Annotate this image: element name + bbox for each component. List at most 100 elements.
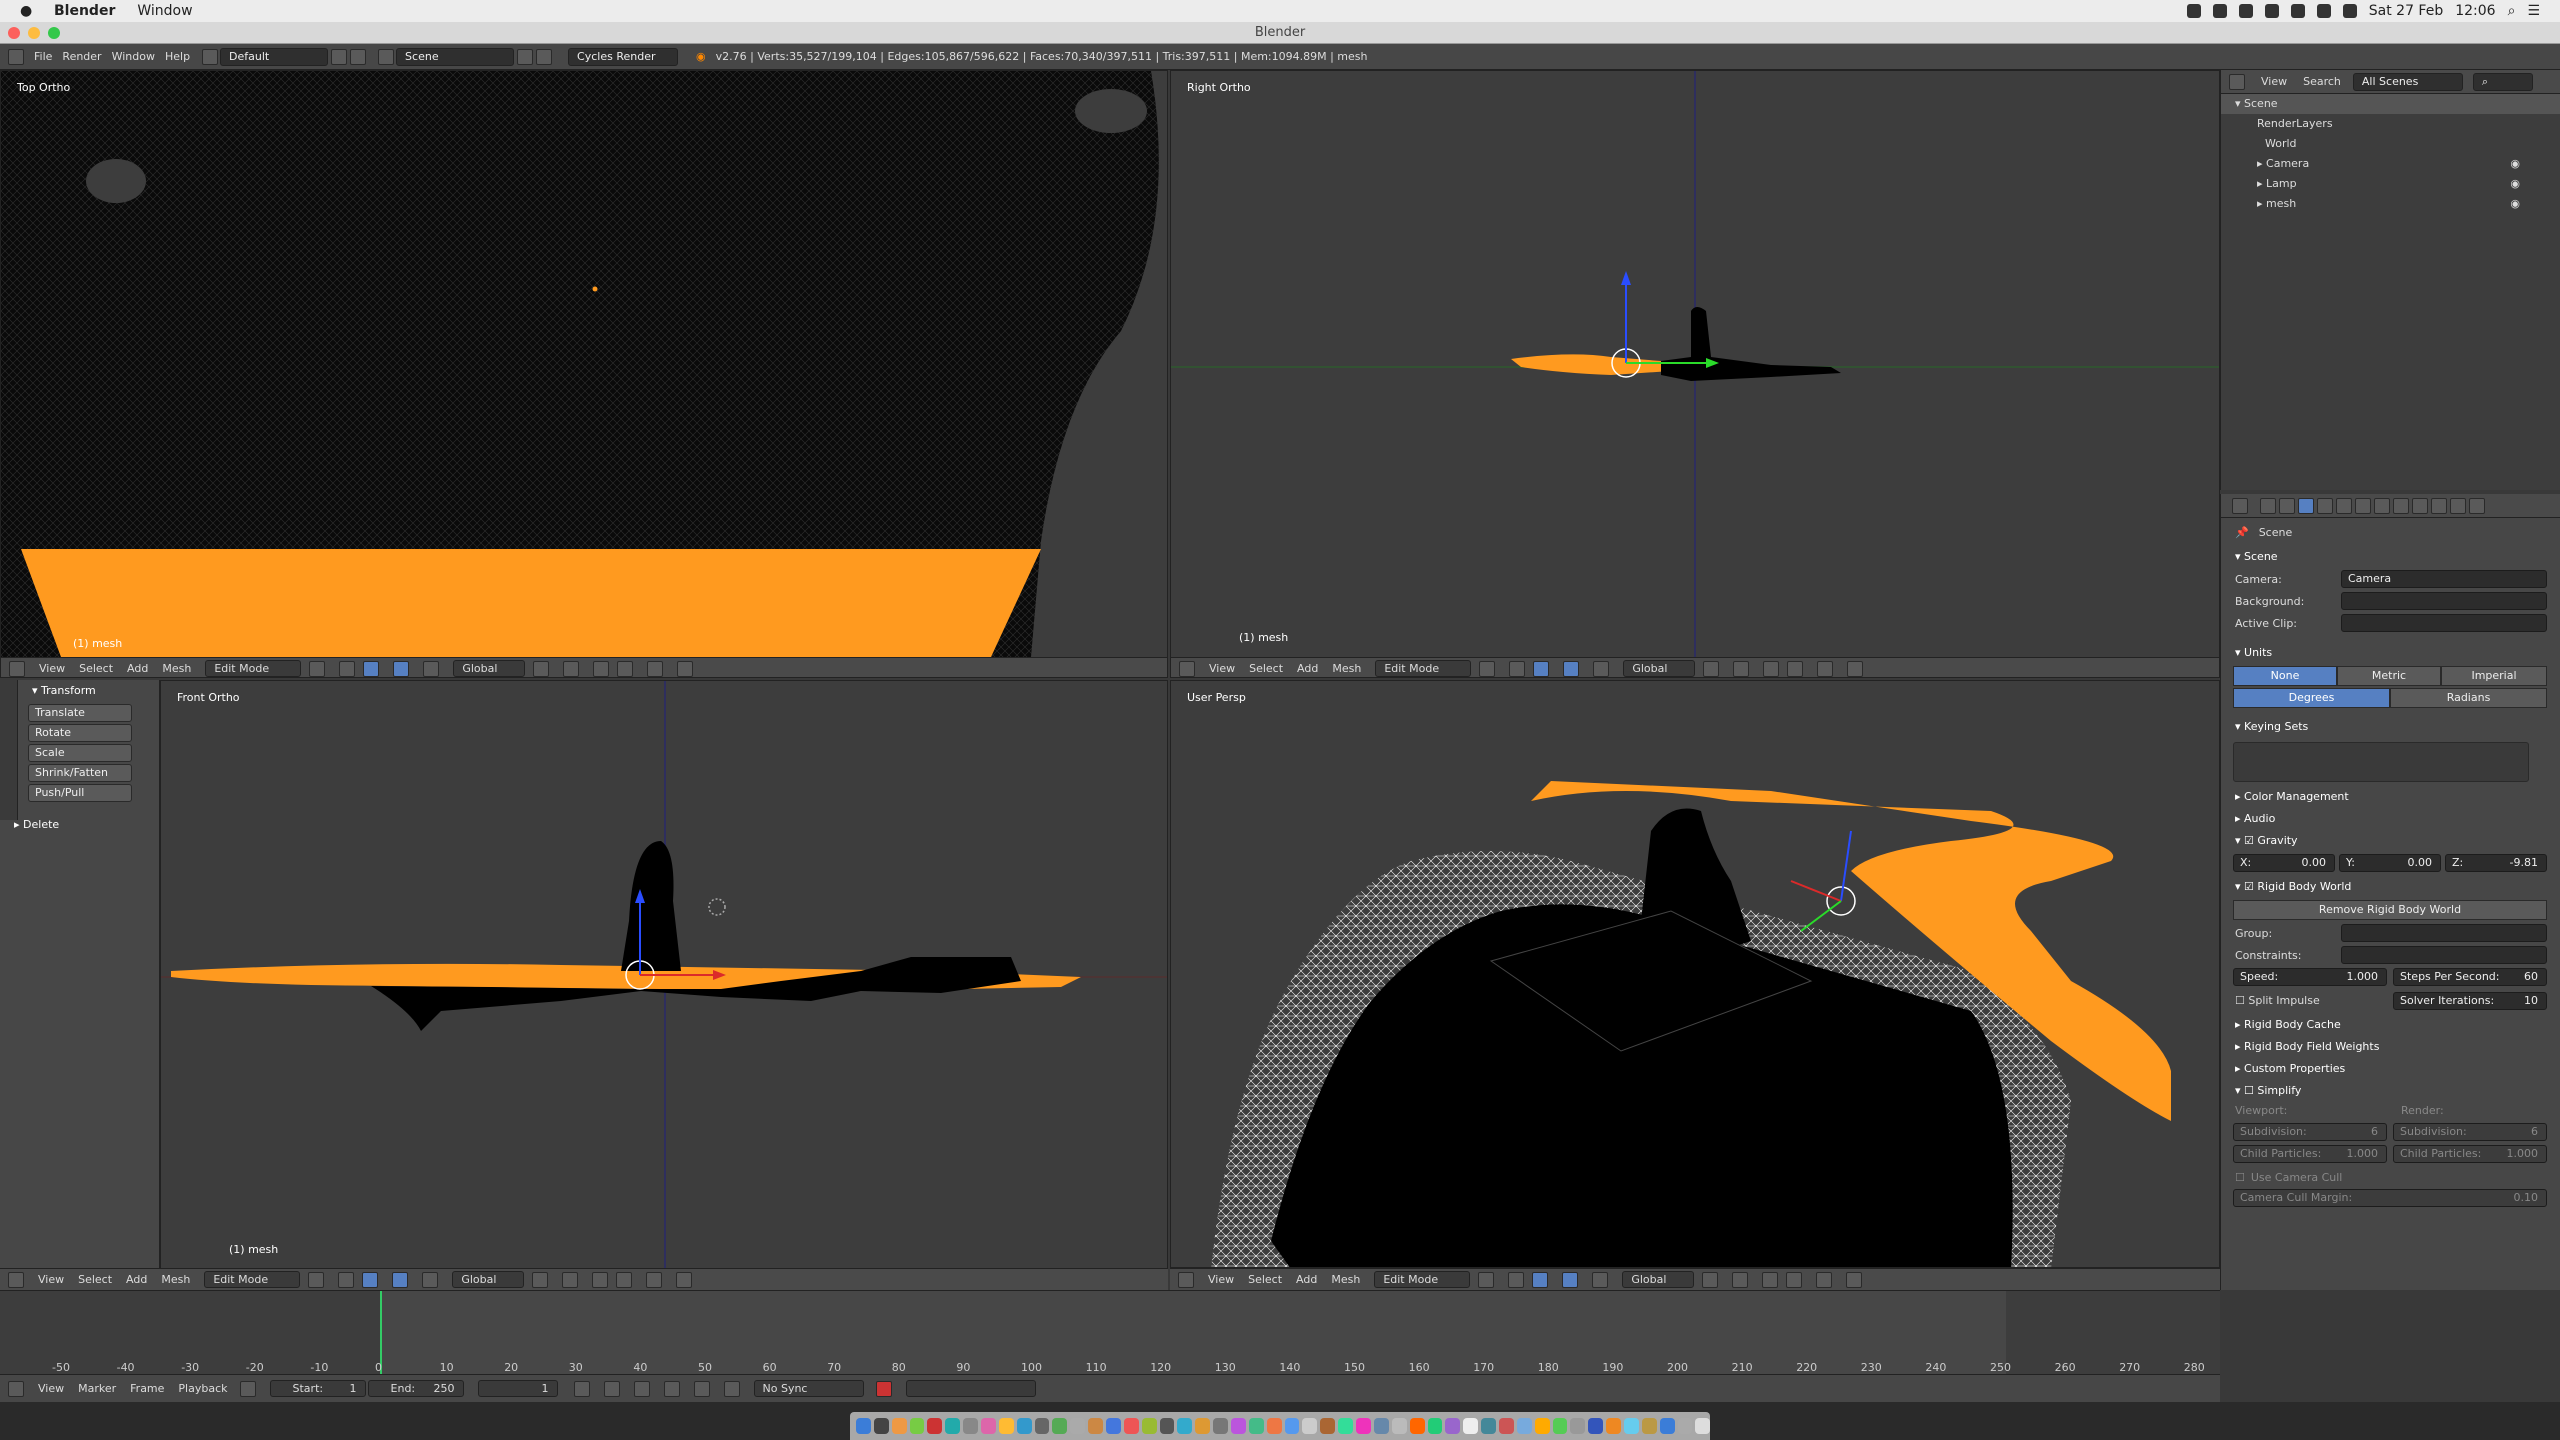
dock-app-icon[interactable] xyxy=(945,1418,961,1434)
add-menu[interactable]: Add xyxy=(1296,1273,1317,1286)
apple-icon[interactable]: ● xyxy=(20,3,32,19)
outliner-view-menu[interactable]: View xyxy=(2261,75,2287,88)
translate-icon[interactable] xyxy=(1562,1271,1579,1288)
outliner-item-lamp[interactable]: ▸ Lamp ◉ xyxy=(2221,174,2560,194)
camera-cull-margin-field[interactable]: Camera Cull Margin: 0.10 xyxy=(2233,1189,2547,1207)
timeline[interactable]: -50 -40 -30 -20 -10 0 10 20 30 40 50 60 70 80 90 100 110… xyxy=(0,1290,2220,1375)
pivot-icon[interactable] xyxy=(1509,660,1526,677)
tray-icon[interactable] xyxy=(2290,4,2305,18)
gravity-x-field[interactable]: X: 0.00 xyxy=(2233,854,2335,872)
editor-type-icon[interactable] xyxy=(8,48,24,65)
dock-app-icon[interactable] xyxy=(1231,1418,1246,1434)
add-menu[interactable]: Add xyxy=(127,662,148,675)
marker-menu[interactable]: Marker xyxy=(78,1382,116,1395)
end-frame-field[interactable]: End: 250 xyxy=(367,1380,464,1397)
pivot-icon[interactable] xyxy=(338,1271,355,1288)
dock-app-icon[interactable] xyxy=(1159,1418,1175,1434)
editor-type-icon[interactable] xyxy=(1178,1271,1194,1288)
dock-app-icon[interactable] xyxy=(1498,1418,1514,1434)
view-menu[interactable]: View xyxy=(1209,662,1235,675)
proportional-icon[interactable] xyxy=(1786,1271,1803,1288)
scene-tab-icon[interactable] xyxy=(2298,497,2314,514)
edge-select-icon[interactable] xyxy=(563,660,580,677)
dock-app-icon[interactable] xyxy=(909,1418,925,1434)
snap-icon[interactable] xyxy=(1817,660,1834,677)
steps-per-second-field[interactable]: Steps Per Second: 60 xyxy=(2393,968,2547,986)
outliner-filter-dropdown[interactable]: All Scenes xyxy=(2352,72,2463,91)
vertex-select-icon[interactable] xyxy=(533,660,550,677)
dock-app-icon[interactable] xyxy=(1606,1418,1621,1434)
gravity-y-field[interactable]: Y: 0.00 xyxy=(2339,854,2441,872)
record-icon[interactable] xyxy=(875,1380,892,1397)
unit-none-button[interactable]: None xyxy=(2233,666,2337,686)
orientation-dropdown[interactable]: Global xyxy=(453,660,526,677)
dock-app-icon[interactable] xyxy=(1427,1418,1443,1434)
units-panel-header[interactable]: ▾ Units xyxy=(2221,642,2560,664)
window-menu-info[interactable]: Window xyxy=(112,50,155,63)
zoom-button[interactable] xyxy=(48,27,60,39)
editor-type-icon[interactable] xyxy=(8,1380,24,1397)
snap-icon[interactable] xyxy=(1816,1271,1833,1288)
editor-type-icon[interactable] xyxy=(8,1271,24,1288)
modifiers-tab-icon[interactable] xyxy=(2374,497,2390,514)
pivot-icon[interactable] xyxy=(1508,1271,1525,1288)
texture-tab-icon[interactable] xyxy=(2431,497,2447,514)
dock-app-icon[interactable] xyxy=(1356,1418,1371,1434)
viewport-right-ortho[interactable]: Right Ortho (1) mesh View Select Add Mes… xyxy=(1170,70,2220,678)
rigid-body-field-weights-panel-header[interactable]: ▸ Rigid Body Field Weights xyxy=(2221,1036,2560,1058)
translate-button[interactable]: Translate xyxy=(28,704,132,722)
select-menu[interactable]: Select xyxy=(1248,1273,1282,1286)
remove-layout-icon[interactable] xyxy=(350,48,367,65)
dock-app-icon[interactable] xyxy=(1052,1418,1068,1434)
solver-iterations-field[interactable]: Solver Iterations: 10 xyxy=(2393,992,2547,1010)
rotate-button[interactable]: Rotate xyxy=(28,724,132,742)
dock-app-icon[interactable] xyxy=(1070,1418,1086,1434)
dock-app-icon[interactable] xyxy=(981,1418,996,1434)
dock-app-icon[interactable] xyxy=(1588,1418,1604,1434)
translate-icon[interactable] xyxy=(393,660,410,677)
editor-type-icon[interactable] xyxy=(2232,497,2248,514)
background-field[interactable] xyxy=(2341,592,2547,610)
push-pull-button[interactable]: Push/Pull xyxy=(28,784,132,802)
dock-app-icon[interactable] xyxy=(1248,1418,1264,1434)
help-menu[interactable]: Help xyxy=(165,50,190,63)
orientation-dropdown[interactable]: Global xyxy=(452,1271,525,1288)
custom-properties-panel-header[interactable]: ▸ Custom Properties xyxy=(2221,1058,2560,1080)
shading-icon[interactable] xyxy=(308,1271,325,1288)
orientation-dropdown[interactable]: Global xyxy=(1622,1271,1695,1288)
edge-select-icon[interactable] xyxy=(1733,660,1750,677)
dock-app-icon[interactable] xyxy=(963,1418,979,1434)
rigid-body-world-panel-header[interactable]: ▾ ☑ Rigid Body World xyxy=(2221,876,2560,898)
manipulator-icon[interactable] xyxy=(362,1271,379,1288)
outliner-search-menu[interactable]: Search xyxy=(2303,75,2341,88)
remove-rigid-body-world-button[interactable]: Remove Rigid Body World xyxy=(2233,900,2547,920)
simplify-panel-header[interactable]: ▾ ☐ Simplify xyxy=(2221,1080,2560,1102)
dock-app-icon[interactable] xyxy=(1695,1418,1711,1434)
vertex-select-icon[interactable] xyxy=(532,1271,549,1288)
render-tab-icon[interactable] xyxy=(2260,497,2276,514)
snap-icon[interactable] xyxy=(646,1271,663,1288)
dock-app-icon[interactable] xyxy=(1463,1418,1479,1434)
scene-panel-header[interactable]: ▾ Scene xyxy=(2221,546,2560,568)
tray-icon[interactable] xyxy=(2264,4,2279,18)
preview-range-icon[interactable] xyxy=(239,1380,256,1397)
manipulator-icon[interactable] xyxy=(363,660,380,677)
date[interactable]: Sat 27 Feb xyxy=(2369,3,2443,19)
speed-field[interactable]: Speed: 1.000 xyxy=(2233,968,2387,986)
render-icon[interactable] xyxy=(677,660,694,677)
face-select-icon[interactable] xyxy=(592,1271,609,1288)
scene-dropdown[interactable]: Scene xyxy=(396,47,515,66)
render-menu[interactable]: Render xyxy=(62,50,101,63)
outliner-item-camera[interactable]: ▸ Camera ◉ xyxy=(2221,154,2560,174)
select-menu[interactable]: Select xyxy=(79,662,113,675)
mesh-menu[interactable]: Mesh xyxy=(162,662,191,675)
mode-dropdown[interactable]: Edit Mode xyxy=(205,660,302,677)
add-menu[interactable]: Add xyxy=(126,1273,147,1286)
vertex-select-icon[interactable] xyxy=(1702,1271,1719,1288)
outliner-item-mesh[interactable]: ▸ mesh ◉ xyxy=(2221,194,2560,214)
proportional-icon[interactable] xyxy=(616,1271,633,1288)
render-icon[interactable] xyxy=(1846,1271,1863,1288)
dock-app-icon[interactable] xyxy=(1141,1418,1157,1434)
rotate-icon[interactable] xyxy=(1592,1271,1609,1288)
render-icon[interactable] xyxy=(1847,660,1864,677)
